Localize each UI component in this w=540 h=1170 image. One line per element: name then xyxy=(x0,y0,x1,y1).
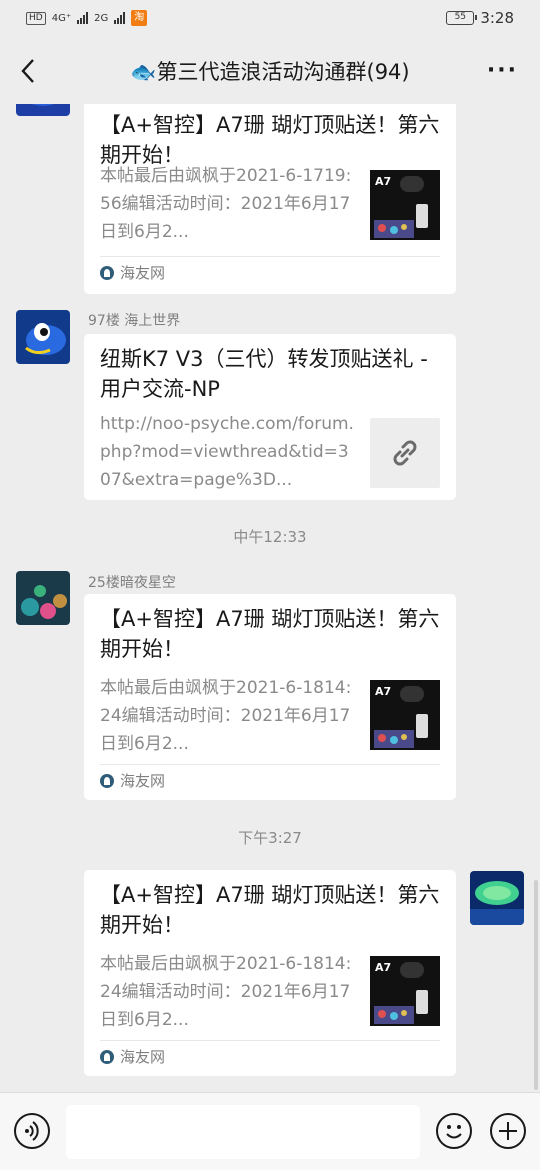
card-title: 【A+智控】A7珊 瑚灯顶贴送！第六期开始！ xyxy=(100,113,440,167)
network-2g-label: 2G xyxy=(94,12,109,24)
link-icon xyxy=(393,440,417,466)
card-source-label: 海友网 xyxy=(120,772,166,790)
coral-avatar-icon xyxy=(470,871,524,925)
fish-avatar-icon xyxy=(16,310,70,364)
card-source-label: 海友网 xyxy=(120,264,166,282)
card-title: 【A+智控】A7珊 瑚灯顶贴送！第六期开始！ xyxy=(100,883,440,937)
chat-title: 🐟第三代造浪活动沟通群(94) xyxy=(130,60,410,84)
voice-icon xyxy=(25,1121,39,1141)
voice-input-button[interactable] xyxy=(14,1113,50,1149)
input-bar xyxy=(0,1092,540,1170)
app-notification-icon: 淘 xyxy=(131,10,148,26)
svg-text:A7: A7 xyxy=(375,961,391,974)
emoji-icon xyxy=(446,1125,462,1139)
more-functions-button[interactable] xyxy=(490,1113,526,1149)
card-description: http://noo-psyche.com/forum.php?mod=view… xyxy=(100,414,354,490)
more-options-icon[interactable]: ··· xyxy=(487,58,518,83)
my-avatar[interactable] xyxy=(470,871,524,925)
nav-bar: 🐟第三代造浪活动沟通群(94) ··· xyxy=(0,38,540,104)
avatar[interactable] xyxy=(16,104,70,116)
battery-icon: 55 xyxy=(446,11,478,25)
sender-name: 97楼 海上世界 xyxy=(88,313,181,329)
card-title: 【A+智控】A7珊 瑚灯顶贴送！第六期开始！ xyxy=(100,607,440,661)
message-timestamp: 中午12:33 xyxy=(233,528,307,546)
network-4g-label: 4G⁺ xyxy=(51,12,72,24)
status-bar: HD 4G⁺ 2G 淘 55 3:28 xyxy=(0,0,540,38)
haiyou-site-icon xyxy=(100,773,114,788)
signal-icon xyxy=(77,12,89,24)
haiyou-site-icon xyxy=(100,1049,114,1064)
svg-text:A7: A7 xyxy=(375,175,391,188)
plus-icon xyxy=(499,1122,517,1140)
link-card[interactable]: 【A+智控】A7珊 瑚灯顶贴送！第六期开始！ 本帖最后由飒枫于2021-6-18… xyxy=(84,594,456,800)
card-source: 海友网 xyxy=(100,1040,440,1072)
back-button[interactable] xyxy=(14,56,44,86)
message-list[interactable]: 【A+智控】A7珊 瑚灯顶贴送！第六期开始！ 本帖最后由飒枫于2021-6-17… xyxy=(0,104,540,1090)
message-input[interactable] xyxy=(66,1105,420,1159)
clock: 3:28 xyxy=(480,9,514,27)
card-source: 海友网 xyxy=(100,256,440,288)
svg-text:A7: A7 xyxy=(375,685,391,698)
coral-avatar-icon xyxy=(16,571,70,625)
avatar[interactable] xyxy=(16,571,70,625)
link-thumbnail xyxy=(370,418,440,488)
chevron-left-icon xyxy=(21,59,34,83)
card-title: 纽斯K7 V3（三代）转发顶贴送礼 - 用户交流-NP xyxy=(100,347,428,401)
link-card[interactable]: 【A+智控】A7珊 瑚灯顶贴送！第六期开始！ 本帖最后由飒枫于2021-6-18… xyxy=(84,870,456,1076)
card-thumbnail: A7 xyxy=(370,956,440,1026)
scrollbar[interactable] xyxy=(534,880,538,1090)
card-source-label: 海友网 xyxy=(120,1048,166,1066)
message-timestamp: 下午3:27 xyxy=(238,829,302,847)
card-description: 本帖最后由飒枫于2021-6-1814:24编辑活动时间：2021年6月17日到… xyxy=(100,678,352,754)
haiyou-site-icon xyxy=(100,265,114,280)
card-thumbnail: A7 xyxy=(370,170,440,240)
hd-indicator: HD xyxy=(26,11,46,25)
card-source: 海友网 xyxy=(100,764,440,796)
emoji-button[interactable] xyxy=(436,1113,472,1149)
card-thumbnail: A7 xyxy=(370,680,440,750)
avatar[interactable] xyxy=(16,310,70,364)
link-card[interactable]: 【A+智控】A7珊 瑚灯顶贴送！第六期开始！ 本帖最后由飒枫于2021-6-17… xyxy=(84,104,456,294)
sender-name: 25楼暗夜星空 xyxy=(88,575,176,591)
link-card[interactable]: 纽斯K7 V3（三代）转发顶贴送礼 - 用户交流-NP http://noo-p… xyxy=(84,334,456,500)
fish-avatar-icon xyxy=(16,104,70,116)
card-description: 本帖最后由飒枫于2021-6-1719:56编辑活动时间：2021年6月17日到… xyxy=(100,166,352,242)
signal-icon-2 xyxy=(114,12,126,24)
card-description: 本帖最后由飒枫于2021-6-1814:24编辑活动时间：2021年6月17日到… xyxy=(100,954,352,1030)
